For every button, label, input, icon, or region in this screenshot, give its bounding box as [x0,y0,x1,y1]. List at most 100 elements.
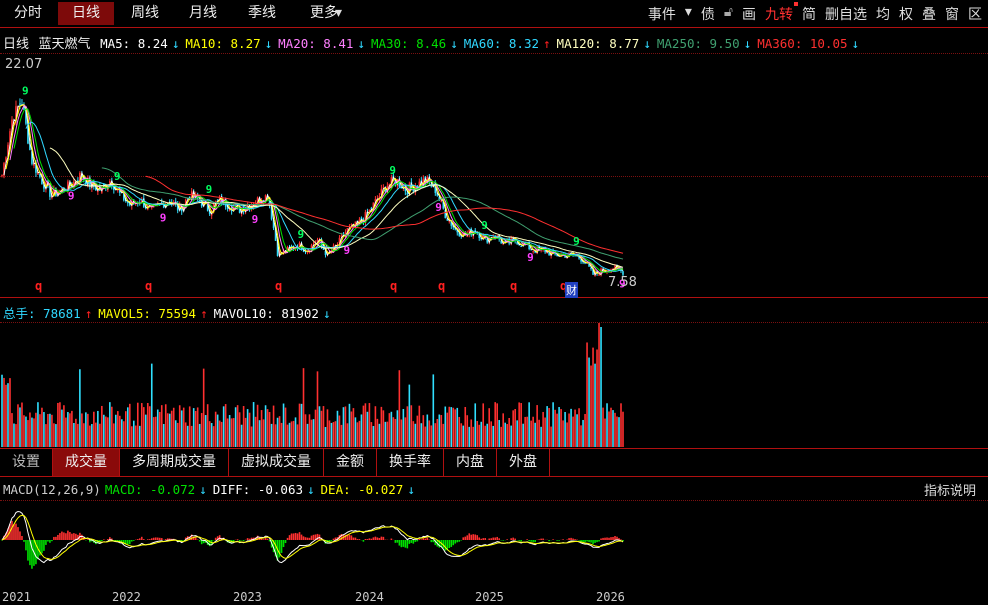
volume-bar [3,377,5,447]
volume-bar [308,414,311,447]
macd-bar [242,540,245,541]
volume-bar [190,425,193,447]
volume-bar [490,421,493,447]
indicator-tab-3[interactable]: 虚拟成交量 [229,449,324,476]
volume-bar [412,421,415,447]
finance-marker[interactable]: 财 [565,282,578,298]
volume-bar [69,413,71,447]
indicator-tab-5[interactable]: 换手率 [377,449,444,476]
price-chart[interactable]: 99999999999999q q q q q q q [0,54,988,297]
volume-bar [530,420,532,447]
volume-bar [538,419,540,447]
macd-bar [356,539,359,540]
menu-item-2[interactable]: 画 [742,4,756,24]
volume-bar [450,407,453,447]
volume-chart[interactable] [0,323,988,447]
volume-bar [564,411,566,447]
volume-bar [236,405,239,447]
macd-bar [610,537,612,540]
volume-bar [318,406,321,447]
macd-bar [484,538,487,540]
macd-bar [390,538,393,540]
volume-bar [480,421,483,447]
volume-bar [123,421,125,447]
macd-bar [238,540,241,542]
volume-bar [17,404,19,447]
volume-bar [520,403,522,447]
volume-bar [228,415,231,447]
volume-bar [424,426,427,447]
macd-bar [67,530,69,540]
indicator-tab-6[interactable]: 内盘 [444,449,497,476]
period-tab-0[interactable]: 分时 [0,2,56,25]
volume-bar [396,410,399,447]
volume-bar [584,413,586,447]
volume-bar [426,414,429,447]
volume-bar [89,425,91,447]
macd-bar [17,527,19,540]
volume-bar [276,417,279,447]
macd-bar [590,540,592,543]
menu-item-7[interactable]: 权 [899,4,913,24]
macd-bar [103,539,105,540]
unlock-icon[interactable]: 🔓︎ [724,4,733,24]
macd-bar [494,537,497,540]
macd-bar [294,532,297,540]
period-tab-2[interactable]: 周线 [117,2,173,25]
macd-bar [21,535,23,540]
macd-bar [352,537,355,540]
volume-bar [540,426,542,447]
macd-bar [27,540,29,561]
macd-bar [526,539,528,540]
menu-item-1[interactable]: 债 [701,4,715,24]
macd-bar [308,537,311,540]
chevron-down-icon[interactable]: ▾ [685,4,692,24]
menu-item-6[interactable]: 均 [876,4,890,24]
indicator-tab-2[interactable]: 多周期成交量 [120,449,229,476]
macd-bar [548,540,550,542]
volume-bar [370,422,373,447]
volume-bar [284,407,287,447]
macd-bar [298,532,301,540]
menu-item-0[interactable]: 事件 [648,4,676,24]
volume-bar [404,417,407,447]
macd-bar [510,538,512,540]
volume-bar [390,411,393,447]
volume-bar [492,425,495,447]
period-tab-3[interactable]: 月线 [175,2,231,25]
volume-bar [164,404,167,447]
indicator-tab-0[interactable]: 设置 [0,449,53,476]
menu-item-10[interactable]: 区 [968,4,982,24]
menu-item-3[interactable]: 九转 [765,2,798,24]
indicator-tab-1[interactable]: 成交量 [53,449,120,476]
volume-bar [608,411,610,447]
volume-bar [246,409,249,447]
menu-item-9[interactable]: 窗 [945,4,959,24]
volume-bar [15,424,17,447]
arrow-down-icon: ↓ [171,36,180,51]
volume-bar [218,420,221,447]
menu-item-5[interactable]: 删自选 [825,4,867,24]
menu-item-8[interactable]: 叠 [922,4,936,24]
volume-bar [472,426,475,447]
volume-bar [186,425,189,447]
indicator-tab-7[interactable]: 外盘 [497,449,550,476]
volume-bar [212,426,215,447]
period-tab-5[interactable]: 更多 [293,2,355,25]
period-tab-4[interactable]: 季线 [234,2,290,25]
menu-item-4[interactable]: 简 [802,4,816,24]
volume-bar [152,417,155,447]
volume-bar [438,414,441,447]
volume-bar [382,410,385,447]
volume-bar [364,403,367,447]
volume-bar [474,403,477,447]
period-tab-1[interactable]: 日线 [58,2,114,25]
candle-body [406,192,409,195]
volume-bar [572,416,574,447]
macd-bar [49,540,51,543]
volume-bar [230,418,233,447]
indicator-tab-4[interactable]: 金额 [324,449,377,476]
macd-bar [142,539,145,540]
indicator-explain-button[interactable]: 指标说明 [924,480,976,499]
macd-chart[interactable] [0,500,988,588]
